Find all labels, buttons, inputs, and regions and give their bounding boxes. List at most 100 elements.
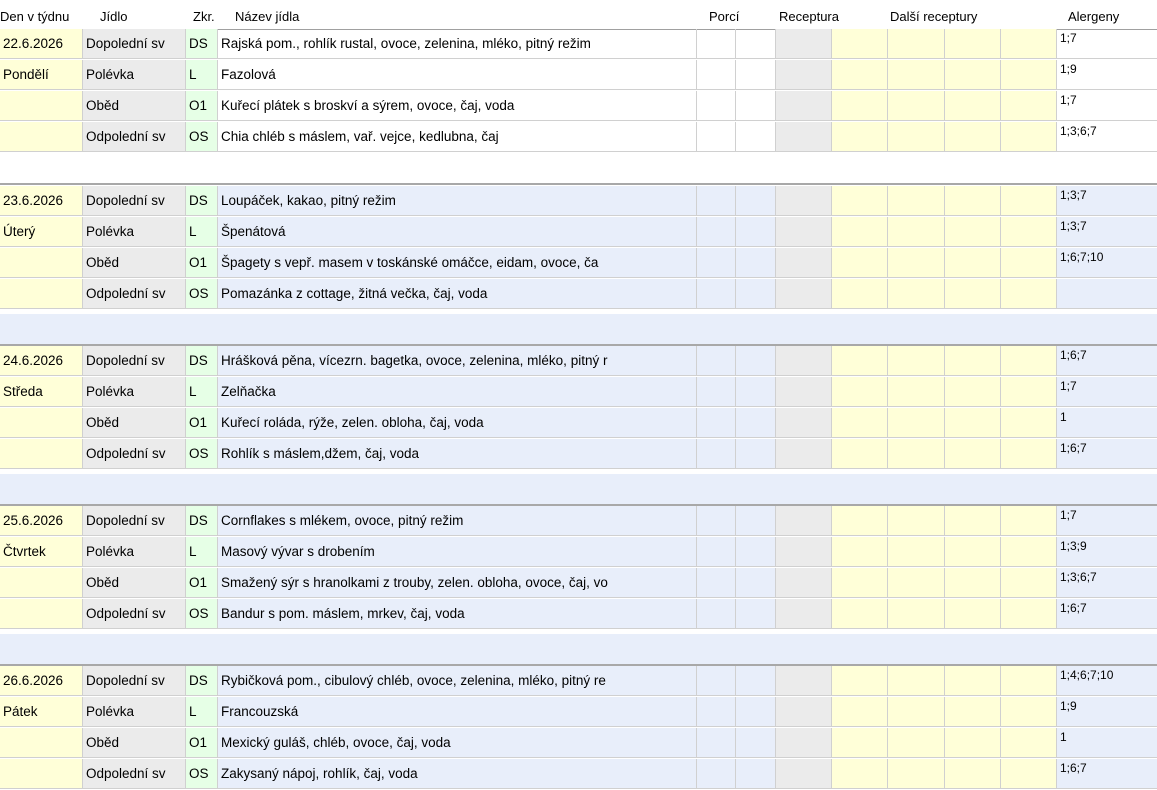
nazev-cell[interactable]: Zakysaný nápoj, rohlík, čaj, voda (218, 759, 697, 789)
dalsi-receptura-cell-3[interactable] (945, 122, 1001, 152)
receptura-cell[interactable] (776, 91, 832, 121)
dalsi-receptura-cell-4[interactable] (1001, 377, 1057, 407)
zkr-cell[interactable]: DS (186, 666, 218, 696)
receptura-cell[interactable] (776, 122, 832, 152)
date-cell[interactable] (0, 279, 83, 309)
nazev-cell[interactable]: Loupáček, kakao, pitný režim (218, 186, 697, 216)
dalsi-receptura-cell-4[interactable] (1001, 279, 1057, 309)
header-porci[interactable]: Porcí (709, 9, 739, 24)
porci-cell[interactable] (697, 408, 736, 438)
nazev-cell[interactable]: Rybičková pom., cibulový chléb, ovoce, z… (218, 666, 697, 696)
nazev-cell[interactable]: Fazolová (218, 60, 697, 90)
table-row[interactable]: Středa Polévka L Zelňačka 1;7 (0, 377, 1157, 408)
dalsi-receptura-cell-2[interactable] (888, 186, 945, 216)
header-dalsi-receptury[interactable]: Další receptury (890, 9, 977, 24)
porci-cell[interactable] (697, 759, 736, 789)
jidlo-cell[interactable]: Dopolední sv (83, 186, 186, 216)
dalsi-receptura-cell-4[interactable] (1001, 599, 1057, 629)
porci-cell-2[interactable] (736, 248, 776, 278)
table-row[interactable]: Oběd O1 Mexický guláš, chléb, ovoce, čaj, … (0, 728, 1157, 759)
zkr-cell[interactable]: OS (186, 439, 218, 469)
zkr-cell[interactable]: OS (186, 279, 218, 309)
jidlo-cell[interactable]: Polévka (83, 217, 186, 247)
zkr-cell[interactable]: O1 (186, 248, 218, 278)
dalsi-receptura-cell-1[interactable] (832, 666, 888, 696)
jidlo-cell[interactable]: Odpolední sv (83, 599, 186, 629)
nazev-cell[interactable]: Špagety s vepř. masem v toskánské omáčce… (218, 248, 697, 278)
dalsi-receptura-cell-3[interactable] (945, 439, 1001, 469)
date-cell[interactable] (0, 122, 83, 152)
porci-cell[interactable] (697, 506, 736, 536)
porci-cell-2[interactable] (736, 217, 776, 247)
alergeny-cell[interactable]: 1;3;6;7 (1057, 122, 1157, 152)
porci-cell[interactable] (697, 568, 736, 598)
header-receptura[interactable]: Receptura (779, 9, 839, 24)
jidlo-cell[interactable]: Dopolední sv (83, 29, 186, 59)
dalsi-receptura-cell-2[interactable] (888, 537, 945, 567)
porci-cell-2[interactable] (736, 122, 776, 152)
dalsi-receptura-cell-2[interactable] (888, 666, 945, 696)
porci-cell-2[interactable] (736, 568, 776, 598)
table-row[interactable]: 23.6.2026 Dopolední sv DS Loupáček, kakao, … (0, 186, 1157, 217)
date-cell[interactable] (0, 599, 83, 629)
zkr-cell[interactable]: L (186, 377, 218, 407)
dalsi-receptura-cell-2[interactable] (888, 759, 945, 789)
receptura-cell[interactable] (776, 29, 832, 59)
porci-cell[interactable] (697, 60, 736, 90)
alergeny-cell[interactable]: 1;3;6;7 (1057, 568, 1157, 598)
dalsi-receptura-cell-4[interactable] (1001, 60, 1057, 90)
table-row[interactable]: 24.6.2026 Dopolední sv DS Hrášková pěna, ví… (0, 346, 1157, 377)
dalsi-receptura-cell-1[interactable] (832, 759, 888, 789)
receptura-cell[interactable] (776, 279, 832, 309)
nazev-cell[interactable]: Kuřecí plátek s broskví a sýrem, ovoce, … (218, 91, 697, 121)
dalsi-receptura-cell-3[interactable] (945, 759, 1001, 789)
date-cell[interactable] (0, 568, 83, 598)
dalsi-receptura-cell-2[interactable] (888, 599, 945, 629)
receptura-cell[interactable] (776, 186, 832, 216)
dalsi-receptura-cell-2[interactable] (888, 122, 945, 152)
jidlo-cell[interactable]: Oběd (83, 408, 186, 438)
dalsi-receptura-cell-4[interactable] (1001, 186, 1057, 216)
dalsi-receptura-cell-1[interactable] (832, 408, 888, 438)
table-row[interactable]: Oběd O1 Kuřecí roláda, rýže, zelen. obloha… (0, 408, 1157, 439)
alergeny-cell[interactable]: 1;6;7 (1057, 759, 1157, 789)
receptura-cell[interactable] (776, 439, 832, 469)
dalsi-receptura-cell-1[interactable] (832, 217, 888, 247)
header-nazev[interactable]: Název jídla (235, 9, 299, 24)
zkr-cell[interactable]: DS (186, 29, 218, 59)
header-zkr[interactable]: Zkr. (193, 9, 215, 24)
porci-cell-2[interactable] (736, 728, 776, 758)
porci-cell-2[interactable] (736, 29, 776, 59)
zkr-cell[interactable]: DS (186, 186, 218, 216)
dalsi-receptura-cell-1[interactable] (832, 439, 888, 469)
receptura-cell[interactable] (776, 248, 832, 278)
header-jidlo[interactable]: Jídlo (100, 9, 127, 24)
alergeny-cell[interactable]: 1;4;6;7;10 (1057, 666, 1157, 696)
dalsi-receptura-cell-2[interactable] (888, 346, 945, 376)
zkr-cell[interactable]: O1 (186, 408, 218, 438)
porci-cell-2[interactable] (736, 537, 776, 567)
dalsi-receptura-cell-3[interactable] (945, 279, 1001, 309)
dalsi-receptura-cell-2[interactable] (888, 568, 945, 598)
dalsi-receptura-cell-3[interactable] (945, 537, 1001, 567)
dalsi-receptura-cell-4[interactable] (1001, 29, 1057, 59)
nazev-cell[interactable]: Mexický guláš, chléb, ovoce, čaj, voda (218, 728, 697, 758)
dalsi-receptura-cell-3[interactable] (945, 248, 1001, 278)
dalsi-receptura-cell-4[interactable] (1001, 666, 1057, 696)
nazev-cell[interactable]: Smažený sýr s hranolkami z trouby, zelen… (218, 568, 697, 598)
porci-cell-2[interactable] (736, 439, 776, 469)
alergeny-cell[interactable]: 1;9 (1057, 60, 1157, 90)
jidlo-cell[interactable]: Odpolední sv (83, 279, 186, 309)
dalsi-receptura-cell-4[interactable] (1001, 91, 1057, 121)
porci-cell[interactable] (697, 186, 736, 216)
alergeny-cell[interactable]: 1;3;7 (1057, 186, 1157, 216)
nazev-cell[interactable]: Rohlík s máslem,džem, čaj, voda (218, 439, 697, 469)
zkr-cell[interactable]: OS (186, 122, 218, 152)
date-cell[interactable] (0, 759, 83, 789)
date-cell[interactable] (0, 439, 83, 469)
receptura-cell[interactable] (776, 599, 832, 629)
porci-cell[interactable] (697, 279, 736, 309)
receptura-cell[interactable] (776, 60, 832, 90)
table-row[interactable]: Oběd O1 Špagety s vepř. masem v toskánské … (0, 248, 1157, 279)
dalsi-receptura-cell-3[interactable] (945, 506, 1001, 536)
